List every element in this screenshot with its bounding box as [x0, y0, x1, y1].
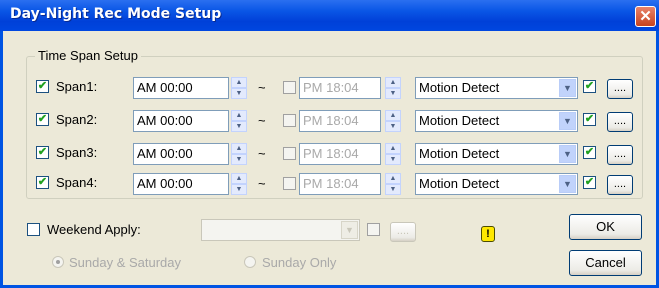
- title-bar[interactable]: Day-Night Rec Mode Setup ✕: [0, 0, 659, 31]
- span4-more-button[interactable]: ....: [607, 175, 633, 195]
- span4-mode-select[interactable]: Motion Detect ▼: [415, 173, 578, 195]
- chevron-down-icon[interactable]: ▼: [559, 112, 576, 130]
- span1-mode-checkbox[interactable]: ✔: [583, 80, 596, 93]
- span4-label: Span4:: [56, 175, 98, 190]
- span2-end-time[interactable]: PM 18:04: [299, 110, 381, 132]
- spin-up-icon[interactable]: ▲: [385, 173, 401, 184]
- span2-start-spinner[interactable]: ▲ ▼: [231, 110, 247, 132]
- span1-end-spinner[interactable]: ▲ ▼: [385, 77, 401, 99]
- ok-button[interactable]: OK: [569, 214, 642, 240]
- spin-down-icon[interactable]: ▼: [231, 88, 247, 99]
- radio-sunday-only[interactable]: [244, 256, 256, 268]
- span1-label: Span1:: [56, 79, 98, 94]
- span4-end-spinner[interactable]: ▲ ▼: [385, 173, 401, 195]
- weekend-mode-select[interactable]: ▼: [201, 219, 360, 241]
- weekend-more-button[interactable]: ....: [390, 222, 416, 242]
- span4-start-spinner[interactable]: ▲ ▼: [231, 173, 247, 195]
- span3-separator: ~: [258, 146, 266, 161]
- span3-mode-value: Motion Detect: [419, 146, 500, 161]
- spin-up-icon[interactable]: ▲: [231, 143, 247, 154]
- span3-end-spinner[interactable]: ▲ ▼: [385, 143, 401, 165]
- chevron-down-icon[interactable]: ▼: [341, 221, 358, 239]
- span2-mode-checkbox[interactable]: ✔: [583, 113, 596, 126]
- span3-start-spinner[interactable]: ▲ ▼: [231, 143, 247, 165]
- span2-separator: ~: [258, 113, 266, 128]
- span1-start-time[interactable]: AM 00:00: [133, 77, 229, 99]
- span3-mode-checkbox[interactable]: ✔: [583, 146, 596, 159]
- weekend-label: Weekend Apply:: [47, 222, 141, 237]
- chevron-down-icon[interactable]: ▼: [559, 79, 576, 97]
- close-button[interactable]: ✕: [635, 6, 656, 27]
- chevron-down-icon[interactable]: ▼: [559, 175, 576, 193]
- span4-checkbox[interactable]: ✔: [36, 176, 49, 189]
- spin-down-icon[interactable]: ▼: [231, 184, 247, 195]
- span3-checkbox[interactable]: ✔: [36, 146, 49, 159]
- spin-down-icon[interactable]: ▼: [231, 154, 247, 165]
- spin-down-icon[interactable]: ▼: [385, 184, 401, 195]
- group-label: Time Span Setup: [35, 48, 141, 63]
- span3-start-time[interactable]: AM 00:00: [133, 143, 229, 165]
- spin-up-icon[interactable]: ▲: [231, 173, 247, 184]
- span2-end-spinner[interactable]: ▲ ▼: [385, 110, 401, 132]
- span2-more-button[interactable]: ....: [607, 112, 633, 132]
- span1-end-checkbox[interactable]: [283, 81, 296, 94]
- spin-up-icon[interactable]: ▲: [231, 77, 247, 88]
- spin-up-icon[interactable]: ▲: [231, 110, 247, 121]
- span2-label: Span2:: [56, 112, 98, 127]
- span4-separator: ~: [258, 176, 266, 191]
- span1-start-spinner[interactable]: ▲ ▼: [231, 77, 247, 99]
- weekend-mode-checkbox[interactable]: [367, 223, 380, 236]
- radio-sunday-saturday-label: Sunday & Saturday: [69, 255, 182, 270]
- radio-sunday-saturday[interactable]: [52, 256, 64, 268]
- span1-mode-value: Motion Detect: [419, 80, 500, 95]
- spin-up-icon[interactable]: ▲: [385, 110, 401, 121]
- span4-end-checkbox[interactable]: [283, 177, 296, 190]
- spin-up-icon[interactable]: ▲: [385, 77, 401, 88]
- span2-start-time[interactable]: AM 00:00: [133, 110, 229, 132]
- span3-mode-select[interactable]: Motion Detect ▼: [415, 143, 578, 165]
- span1-mode-select[interactable]: Motion Detect ▼: [415, 77, 578, 99]
- span1-more-button[interactable]: ....: [607, 79, 633, 99]
- span3-label: Span3:: [56, 145, 98, 160]
- warning-icon: !: [481, 226, 495, 242]
- cancel-button[interactable]: Cancel: [569, 250, 642, 276]
- span4-mode-checkbox[interactable]: ✔: [583, 176, 596, 189]
- span4-end-time[interactable]: PM 18:04: [299, 173, 381, 195]
- spin-down-icon[interactable]: ▼: [231, 121, 247, 132]
- window-title: Day-Night Rec Mode Setup: [10, 6, 222, 22]
- spin-down-icon[interactable]: ▼: [385, 88, 401, 99]
- span2-checkbox[interactable]: ✔: [36, 113, 49, 126]
- span3-end-checkbox[interactable]: [283, 147, 296, 160]
- spin-down-icon[interactable]: ▼: [385, 121, 401, 132]
- radio-sunday-only-label: Sunday Only: [262, 255, 337, 270]
- span2-mode-select[interactable]: Motion Detect ▼: [415, 110, 578, 132]
- span4-mode-value: Motion Detect: [419, 176, 500, 191]
- span1-separator: ~: [258, 80, 266, 95]
- span2-mode-value: Motion Detect: [419, 113, 500, 128]
- span1-end-time[interactable]: PM 18:04: [299, 77, 381, 99]
- close-icon: ✕: [639, 8, 652, 25]
- span1-checkbox[interactable]: ✔: [36, 80, 49, 93]
- span3-end-time[interactable]: PM 18:04: [299, 143, 381, 165]
- window-frame-left: [0, 31, 3, 288]
- weekend-checkbox[interactable]: [27, 223, 40, 236]
- span4-start-time[interactable]: AM 00:00: [133, 173, 229, 195]
- spin-up-icon[interactable]: ▲: [385, 143, 401, 154]
- span3-more-button[interactable]: ....: [607, 145, 633, 165]
- chevron-down-icon[interactable]: ▼: [559, 145, 576, 163]
- span2-end-checkbox[interactable]: [283, 114, 296, 127]
- spin-down-icon[interactable]: ▼: [385, 154, 401, 165]
